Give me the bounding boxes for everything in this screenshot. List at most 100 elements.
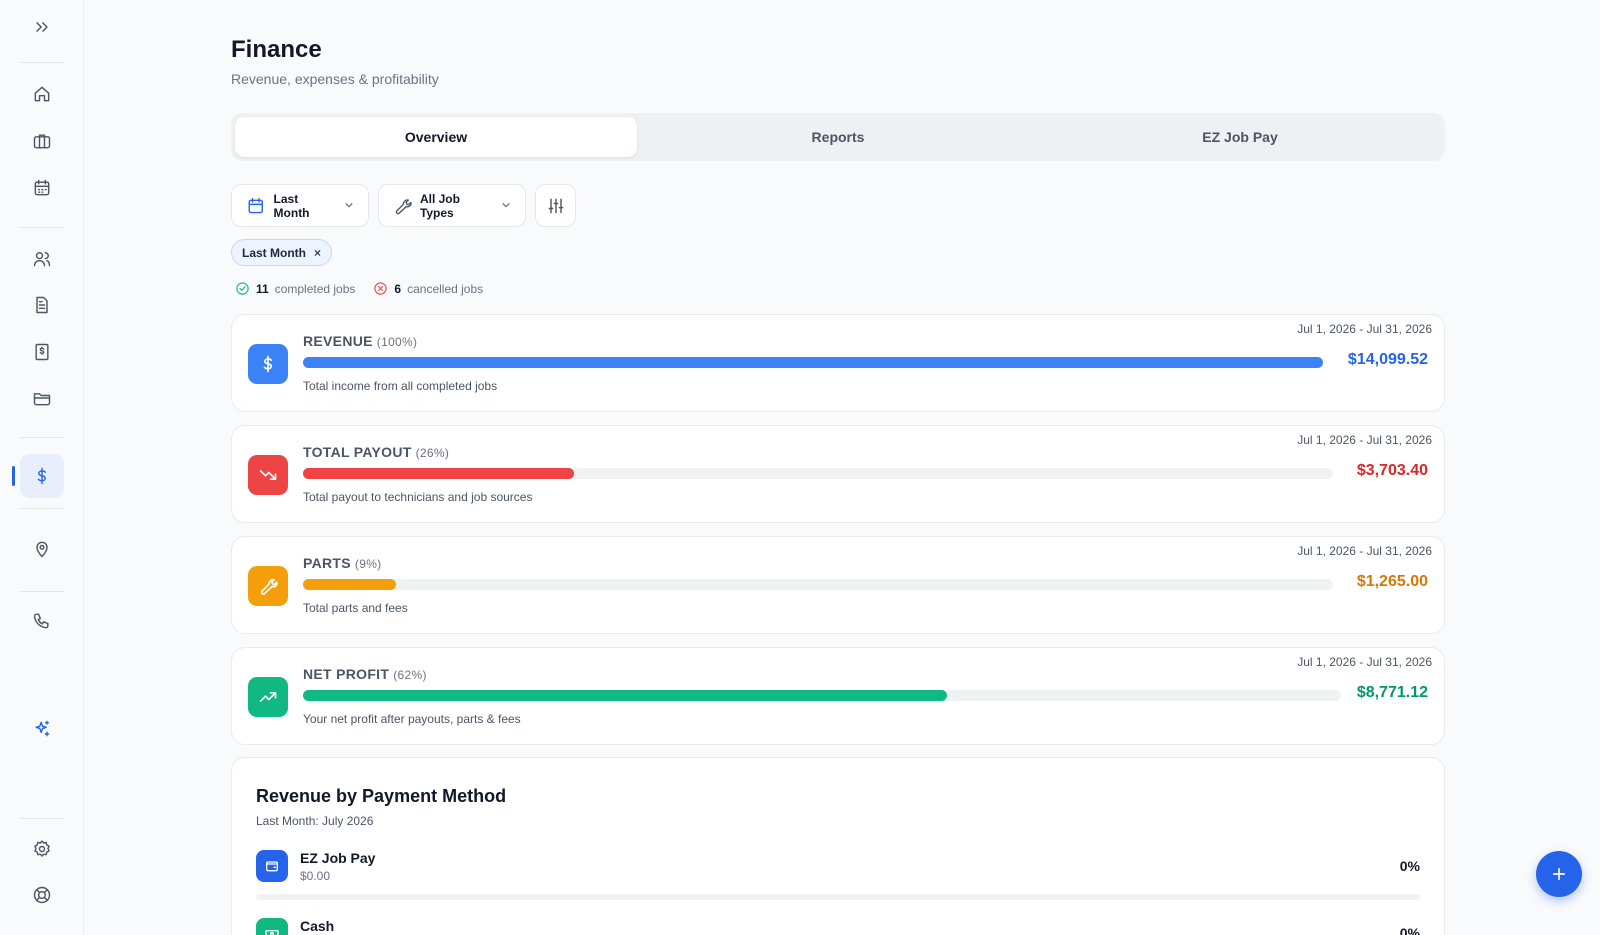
gear-icon — [34, 840, 50, 857]
job-type-label: All Job Types — [419, 191, 460, 220]
card-percent: (26%) — [415, 446, 450, 460]
card-description: Total parts and fees — [303, 601, 408, 615]
page-title: Finance — [231, 36, 322, 63]
check-circle-icon — [236, 282, 249, 295]
total-payout-card[interactable]: TOTAL PAYOUT (26%) Jul 1, 2026 - Jul 31, … — [231, 425, 1445, 523]
card-date-range: Jul 1, 2026 - Jul 31, 2026 — [1297, 544, 1432, 558]
sidebar-item-files[interactable] — [20, 376, 64, 420]
phone-icon — [33, 613, 49, 629]
active-filter-chip: Last Month × — [231, 239, 333, 266]
briefcase-icon — [33, 134, 51, 149]
card-date-range: Jul 1, 2026 - Jul 31, 2026 — [1297, 433, 1432, 447]
cash-icon — [265, 930, 279, 935]
payment-method-percent: 0% — [1399, 925, 1420, 935]
sidebar-item-invoices[interactable] — [20, 330, 64, 374]
sidebar-item-customers[interactable] — [20, 237, 64, 281]
payment-method-card: Revenue by Payment Method Last Month: Ju… — [231, 757, 1445, 935]
ez-job-pay-icon-tile — [256, 850, 288, 882]
payout-progress-fill — [303, 468, 574, 479]
card-date-range: Jul 1, 2026 - Jul 31, 2026 — [1297, 655, 1432, 669]
card-date-range: Jul 1, 2026 - Jul 31, 2026 — [1297, 322, 1432, 336]
card-percent: (9%) — [354, 557, 382, 571]
card-label: PARTS (9%) — [303, 555, 382, 571]
sidebar-expand-button[interactable] — [20, 5, 64, 49]
completed-label: completed jobs — [274, 281, 356, 296]
card-label: TOTAL PAYOUT (26%) — [303, 444, 450, 460]
chip-label: Last Month — [242, 245, 306, 260]
document-icon — [36, 296, 48, 314]
calendar-icon — [34, 179, 50, 196]
profit-icon-tile — [248, 677, 288, 717]
sidebar-divider — [20, 62, 64, 63]
trend-down-icon — [259, 470, 277, 480]
dollar-icon — [263, 355, 273, 373]
sidebar-item-settings[interactable] — [20, 827, 64, 871]
trend-up-icon — [259, 692, 277, 702]
sidebar-item-calls[interactable] — [20, 599, 64, 643]
sidebar-item-finance[interactable] — [20, 454, 64, 498]
sidebar-divider — [20, 437, 64, 438]
advanced-filters-button[interactable] — [535, 184, 576, 227]
sidebar-divider — [20, 227, 64, 228]
home-icon — [34, 86, 50, 102]
payment-method-name: EZ Job Pay — [300, 850, 376, 866]
chevron-down-icon — [344, 199, 354, 213]
active-indicator — [12, 466, 15, 486]
payment-method-name: Cash — [300, 918, 335, 934]
remove-filter-icon[interactable]: × — [314, 246, 321, 260]
wrench-icon — [395, 198, 412, 214]
lifebuoy-icon — [33, 886, 51, 904]
parts-card[interactable]: PARTS (9%) Jul 1, 2026 - Jul 31, 2026 $1,… — [231, 536, 1445, 634]
section-subtitle: Last Month: July 2026 — [256, 814, 374, 828]
net-profit-card[interactable]: NET PROFIT (62%) Jul 1, 2026 - Jul 31, 20… — [231, 647, 1445, 745]
revenue-amount: $14,099.52 — [1347, 351, 1428, 368]
add-button[interactable] — [1536, 851, 1582, 897]
cash-icon-tile — [256, 918, 288, 935]
invoice-icon — [35, 343, 49, 361]
sidebar-item-documents[interactable] — [20, 283, 64, 327]
completed-count: 11 — [256, 281, 269, 296]
map-pin-icon — [36, 541, 48, 558]
tab-bar: Overview Reports EZ Job Pay — [231, 113, 1445, 161]
revenue-progress-fill — [303, 357, 1323, 368]
date-range-filter[interactable]: Last Month — [231, 184, 369, 227]
expand-icon — [36, 22, 48, 32]
tab-overview[interactable]: Overview — [235, 117, 637, 157]
card-label: REVENUE (100%) — [303, 333, 418, 349]
sliders-icon — [548, 198, 563, 213]
revenue-card[interactable]: REVENUE (100%) Jul 1, 2026 - Jul 31, 2026… — [231, 314, 1445, 412]
sidebar-item-calendar[interactable] — [20, 166, 64, 210]
folder-icon — [33, 393, 51, 406]
card-description: Total payout to technicians and job sour… — [303, 490, 533, 504]
payment-method-percent: 0% — [1399, 858, 1420, 874]
parts-progress-fill — [303, 579, 396, 590]
card-description: Total income from all completed jobs — [303, 379, 498, 393]
sidebar-item-map[interactable] — [20, 527, 64, 571]
parts-amount: $1,265.00 — [1356, 573, 1428, 590]
tab-reports[interactable]: Reports — [637, 117, 1039, 157]
payout-amount: $3,703.40 — [1356, 462, 1428, 479]
payment-method-track — [256, 894, 1420, 900]
sidebar-item-jobs[interactable] — [20, 119, 64, 163]
sidebar-item-help[interactable] — [20, 873, 64, 917]
job-type-filter[interactable]: All Job Types — [378, 184, 526, 227]
sidebar-item-ai-assistant[interactable] — [20, 707, 64, 751]
wrench-icon — [260, 578, 278, 595]
card-label: NET PROFIT (62%) — [303, 666, 427, 682]
sparkle-icon — [35, 720, 50, 737]
wallet-icon — [266, 861, 278, 872]
sidebar-divider — [20, 818, 64, 819]
sidebar-item-home[interactable] — [20, 72, 64, 116]
revenue-icon-tile — [248, 344, 288, 384]
cancelled-label: cancelled jobs — [407, 281, 484, 296]
section-title: Revenue by Payment Method — [256, 786, 507, 806]
profit-amount: $8,771.12 — [1356, 684, 1428, 701]
card-description: Your net profit after payouts, parts & f… — [303, 712, 521, 726]
card-percent: (62%) — [393, 668, 427, 682]
parts-progress-track — [303, 579, 1333, 590]
cancelled-count: 6 — [394, 281, 402, 296]
card-percent: (100%) — [376, 335, 418, 349]
tab-ez-job-pay[interactable]: EZ Job Pay — [1039, 117, 1441, 157]
payment-method-amount: $0.00 — [300, 869, 331, 883]
sidebar-divider — [20, 591, 64, 592]
